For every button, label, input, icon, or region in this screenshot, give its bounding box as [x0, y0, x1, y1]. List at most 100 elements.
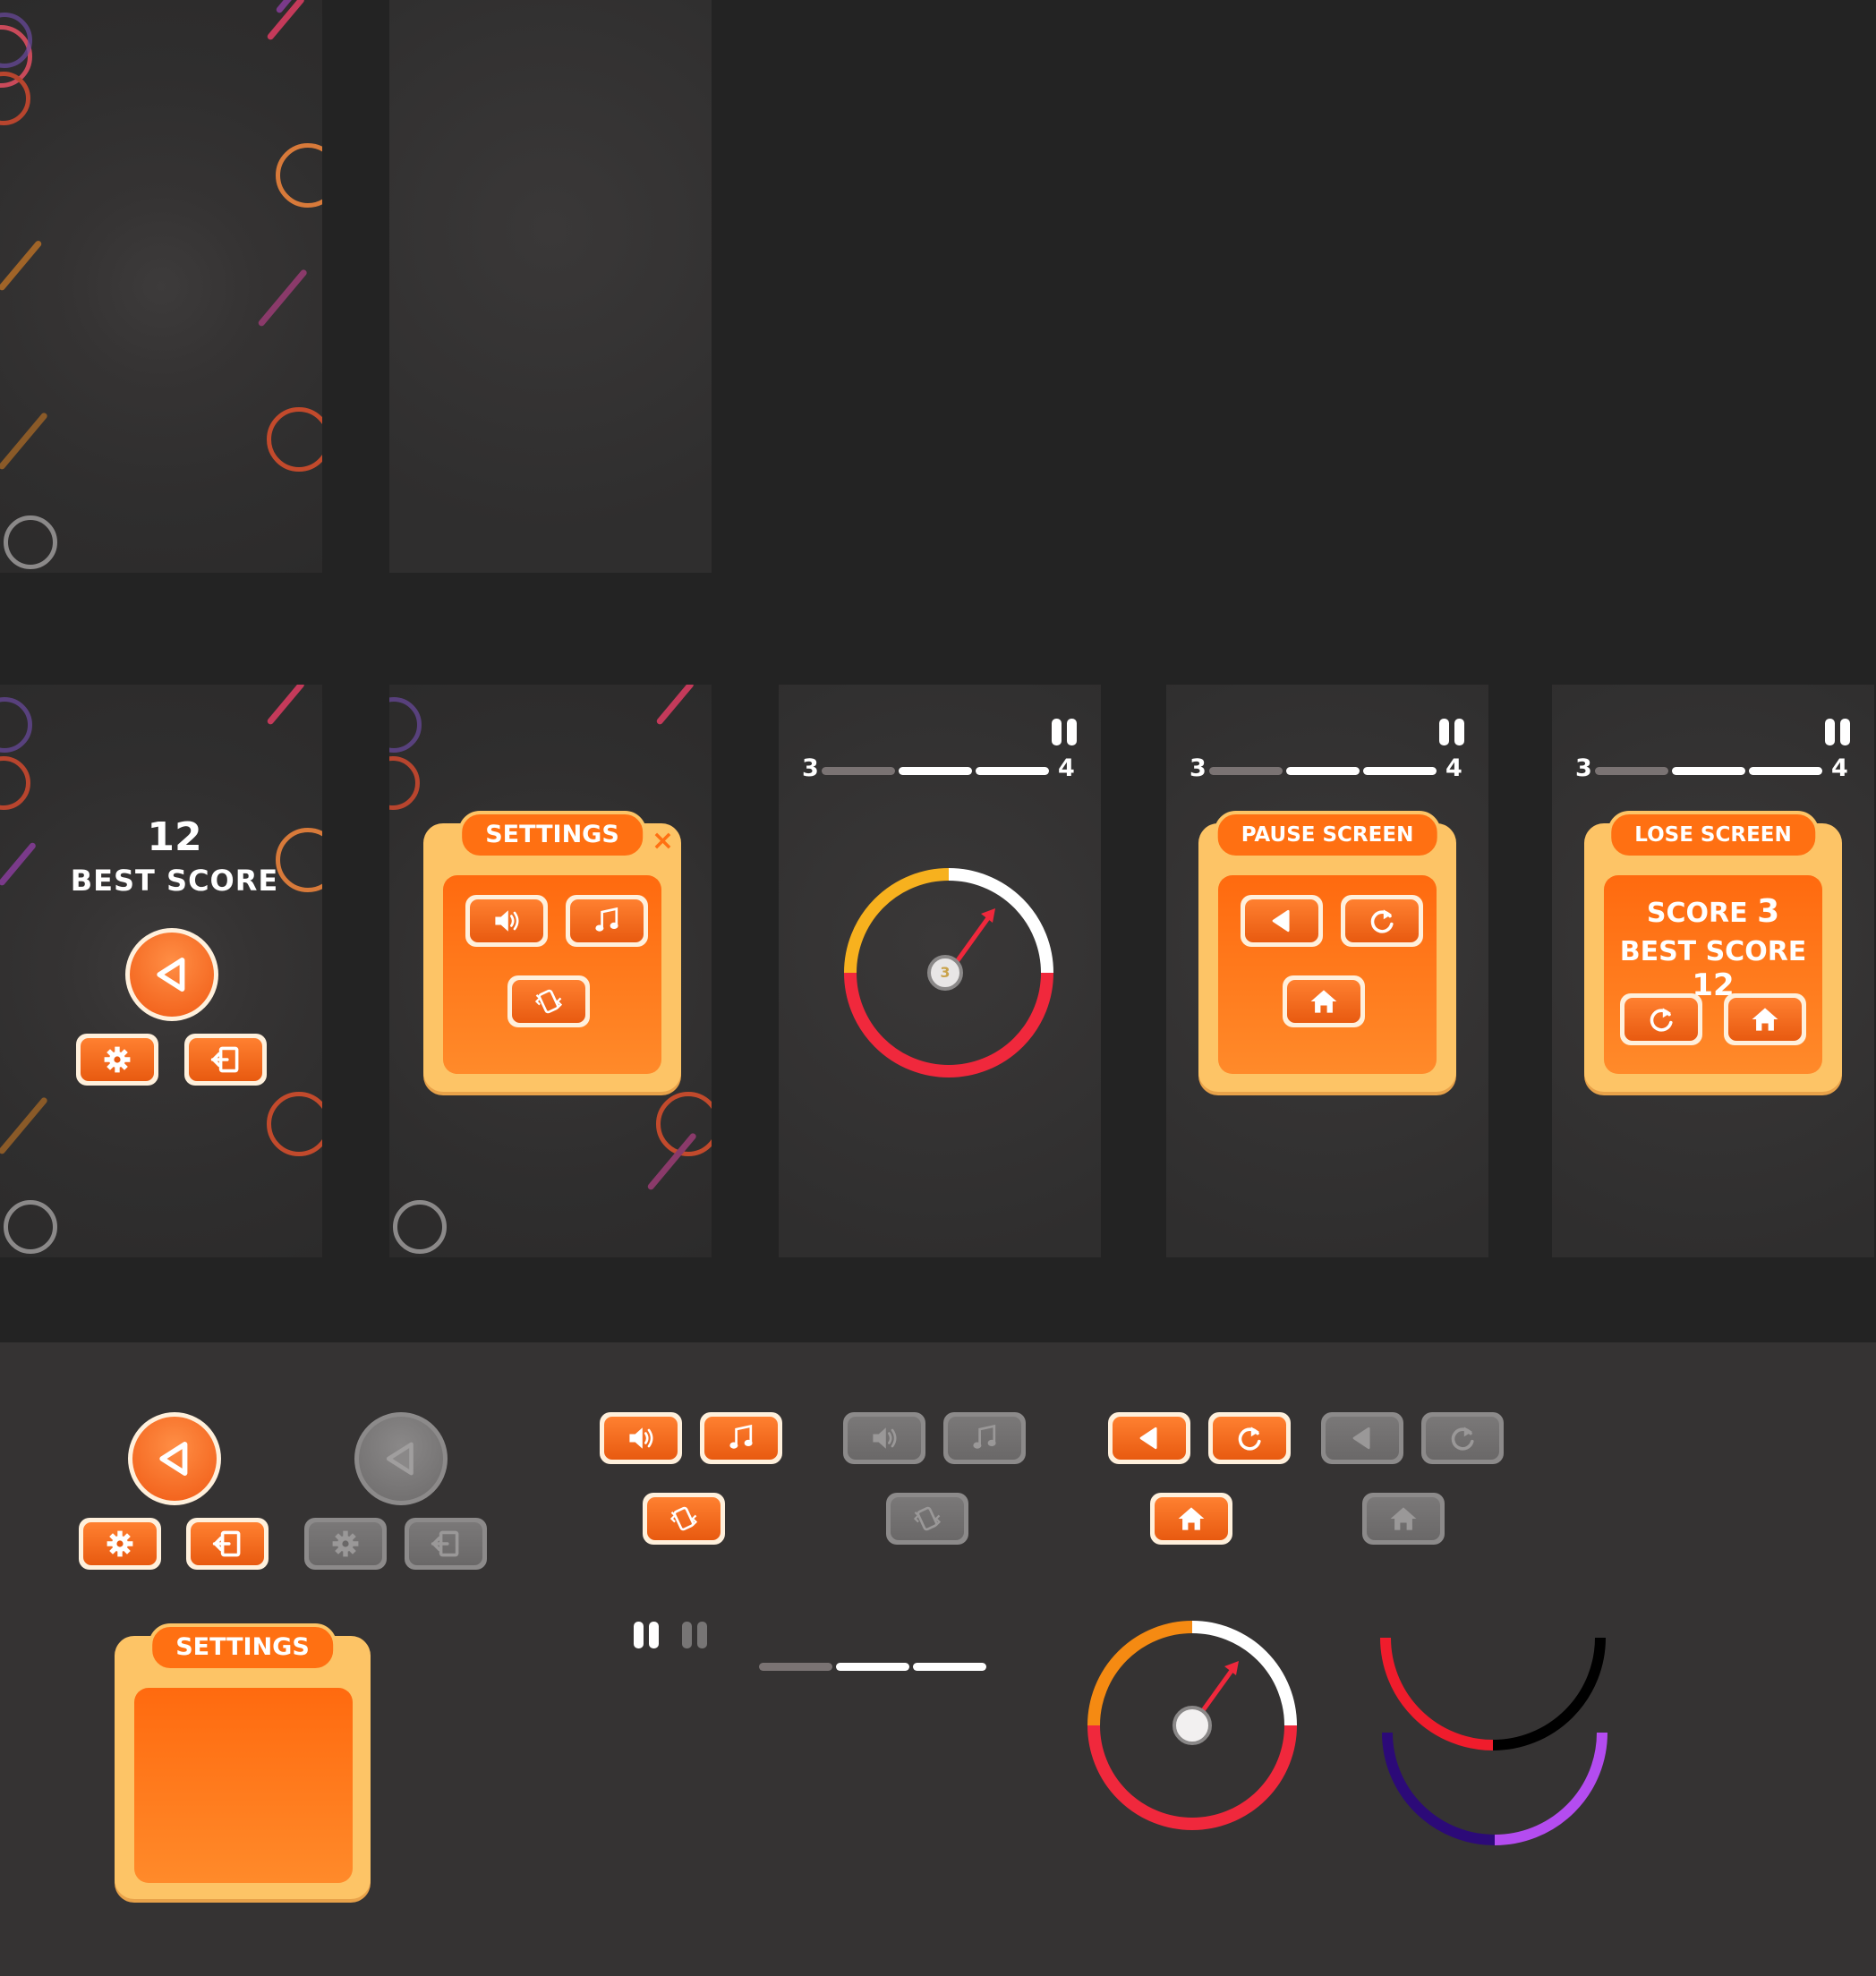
- score-label: SCORE: [1646, 898, 1748, 929]
- progress-segment: [759, 1663, 832, 1671]
- decor-ring: [267, 1092, 322, 1156]
- progress-segment: [899, 767, 972, 775]
- kit-home-button[interactable]: [1150, 1493, 1232, 1545]
- kit-music-button[interactable]: [700, 1412, 782, 1464]
- sound-icon: [873, 1427, 897, 1449]
- decor-ring: [393, 1200, 447, 1254]
- kit-restart-button[interactable]: [1208, 1412, 1291, 1464]
- exit-icon: [431, 1530, 459, 1557]
- play-icon: [386, 1442, 414, 1476]
- vibration-button[interactable]: [507, 975, 590, 1027]
- vibration-icon: [669, 1506, 698, 1531]
- kit-play-button[interactable]: [128, 1412, 221, 1505]
- pause-title: PAUSE SCREEN: [1214, 811, 1441, 859]
- kit-color-dial: [1087, 1621, 1297, 1830]
- restart-icon: [1650, 1008, 1673, 1032]
- kit-settings-button[interactable]: [79, 1518, 161, 1570]
- back-button[interactable]: [1241, 895, 1323, 947]
- dial-segment-orange: [1087, 1621, 1193, 1726]
- restart-button[interactable]: [1620, 993, 1702, 1045]
- level-to-label: 4: [1445, 754, 1462, 782]
- arc-black: [1492, 1637, 1606, 1750]
- kit-sound-button-disabled: [843, 1412, 925, 1464]
- progress-segment: [1595, 767, 1668, 775]
- progress-segment: [1209, 767, 1283, 775]
- music-icon: [973, 1424, 996, 1449]
- level-to-label: 4: [1831, 754, 1848, 782]
- exit-icon: [212, 1530, 241, 1557]
- kit-home-button-disabled: [1362, 1493, 1445, 1545]
- progress-segment: [822, 767, 895, 775]
- kit-arc-pieces: [1380, 1637, 1607, 1845]
- gear-icon: [107, 1530, 133, 1557]
- main-menu-screen: 12 BEST SCORE: [0, 685, 322, 1257]
- best-score-value: 12: [147, 814, 202, 860]
- progress-segment: [1286, 767, 1360, 775]
- home-icon: [1310, 990, 1337, 1013]
- decor-stripe: [0, 411, 49, 471]
- kit-music-button-disabled: [943, 1412, 1026, 1464]
- home-icon: [1752, 1008, 1778, 1031]
- level-from-label: 3: [802, 754, 819, 782]
- restart-icon: [1451, 1427, 1474, 1451]
- level-to-label: 4: [1058, 754, 1075, 782]
- kit-panel-body: [134, 1688, 353, 1883]
- home-button[interactable]: [1724, 993, 1806, 1045]
- vibration-icon: [913, 1506, 942, 1531]
- decor-stripe: [0, 1095, 49, 1155]
- sound-button[interactable]: [465, 895, 548, 947]
- kit-panel-title: SETTINGS: [149, 1623, 337, 1672]
- decor-ring: [0, 72, 30, 125]
- music-icon: [595, 907, 618, 932]
- level-from-label: 3: [1190, 754, 1207, 782]
- lose-title: LOSE SCREEN: [1607, 811, 1819, 859]
- decor-ring: [389, 697, 422, 753]
- decor-ring: [0, 697, 32, 753]
- lose-panel-body: SCORE 3 BEST SCORE 12: [1604, 875, 1822, 1074]
- decor-stripe: [257, 268, 309, 328]
- progress-segment: [1363, 767, 1437, 775]
- kit-settings-button-disabled: [304, 1518, 387, 1570]
- kit-pause-icon[interactable]: [634, 1622, 662, 1648]
- progress-segment: [913, 1663, 986, 1671]
- decor-ring: [389, 756, 420, 810]
- ui-kit-sheet: SETTINGS: [0, 1342, 1876, 1976]
- kit-exit-button-disabled: [405, 1518, 487, 1570]
- kit-pause-icon-disabled: [682, 1622, 711, 1648]
- kit-back-button-disabled: [1321, 1412, 1403, 1464]
- pause-panel: PAUSE SCREEN: [1198, 811, 1456, 1092]
- restart-button[interactable]: [1341, 895, 1423, 947]
- score-row: SCORE 3: [1604, 893, 1822, 930]
- plain-background-screen: [389, 0, 712, 573]
- level-progress: 3 4: [802, 754, 1079, 783]
- decor-stripe: [266, 685, 306, 726]
- exit-button[interactable]: [184, 1034, 267, 1086]
- kit-back-button[interactable]: [1108, 1412, 1190, 1464]
- settings-button[interactable]: [76, 1034, 158, 1086]
- kit-exit-button[interactable]: [186, 1518, 269, 1570]
- decor-ring: [267, 407, 322, 472]
- center-ball: 3: [927, 955, 963, 991]
- pause-button[interactable]: [1439, 719, 1468, 745]
- home-icon: [1178, 1507, 1205, 1530]
- close-icon[interactable]: ×: [652, 825, 674, 856]
- kit-vibration-button-disabled: [886, 1493, 968, 1545]
- decor-ring: [276, 143, 322, 208]
- home-button[interactable]: [1283, 975, 1365, 1027]
- back-icon: [1272, 909, 1290, 933]
- play-icon: [159, 1442, 188, 1476]
- pause-panel-body: [1218, 875, 1437, 1074]
- kit-vibration-button[interactable]: [643, 1493, 725, 1545]
- level-progress: 3 4: [1575, 754, 1853, 783]
- pause-button[interactable]: [1825, 719, 1854, 745]
- gear-icon: [332, 1530, 359, 1557]
- play-icon: [157, 958, 185, 992]
- kit-sound-button[interactable]: [600, 1412, 682, 1464]
- ball-number: 3: [940, 964, 951, 981]
- play-button[interactable]: [125, 928, 218, 1021]
- score-value: 3: [1757, 893, 1780, 930]
- restart-icon: [1370, 909, 1394, 933]
- pause-button[interactable]: [1052, 719, 1080, 745]
- gear-icon: [104, 1046, 131, 1073]
- music-button[interactable]: [566, 895, 648, 947]
